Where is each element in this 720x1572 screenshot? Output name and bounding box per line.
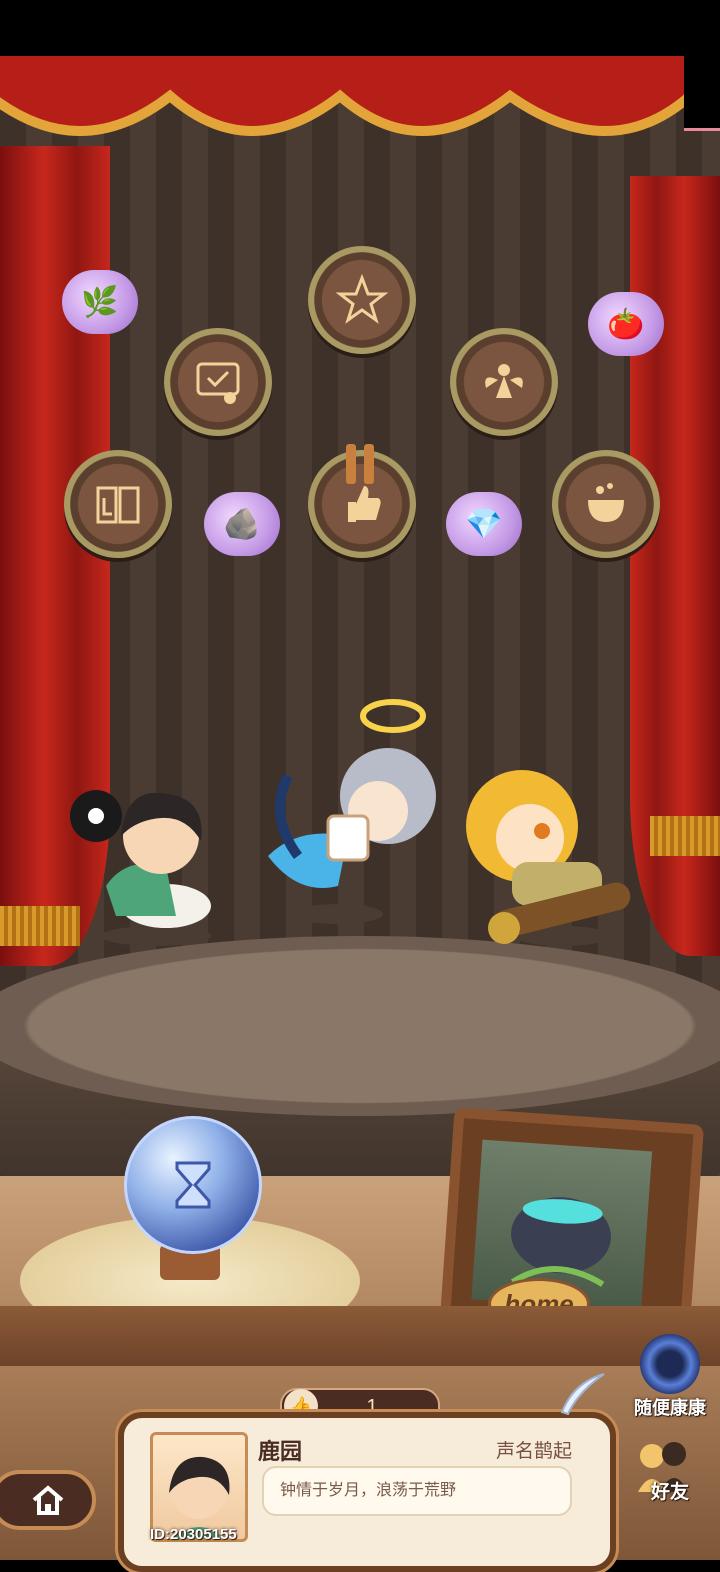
stage-platform	[0, 936, 720, 1116]
pause-icon[interactable]	[346, 444, 378, 484]
reward-herb-icon[interactable]: 🌿	[62, 270, 138, 334]
random-visit-button[interactable]: 随便康康	[632, 1334, 708, 1420]
character-fisher[interactable]	[66, 746, 236, 946]
reward-crystal-icon[interactable]: 💎	[446, 492, 522, 556]
motto-text: 钟情于岁月，浪荡于荒野	[262, 1466, 572, 1516]
home-button[interactable]	[0, 1470, 96, 1530]
hourglass-crystal-ball[interactable]	[124, 1116, 262, 1254]
badge-craft-icon[interactable]	[308, 246, 416, 354]
curtain-fringe-right	[650, 816, 720, 856]
user-id: ID:20305155	[150, 1526, 237, 1543]
hourglass-icon	[175, 1161, 211, 1209]
badge-cauldron-icon[interactable]	[552, 450, 660, 558]
random-visit-label: 随便康康	[634, 1398, 706, 1418]
reputation-rank: 声名鹊起	[496, 1441, 573, 1462]
reward-ore-icon[interactable]: 🪨	[204, 492, 280, 556]
portal-icon	[640, 1334, 700, 1394]
status-overlay	[684, 0, 720, 131]
player-name: 鹿园	[258, 1439, 303, 1464]
character-angel[interactable]	[258, 686, 458, 926]
reward-tomato-icon[interactable]: 🍅	[588, 292, 664, 356]
badge-fairy-icon[interactable]	[450, 328, 558, 436]
theater-stage: 🌿 🍅 🪨 💎 home	[0, 56, 720, 1560]
character-explorer[interactable]	[452, 746, 642, 946]
badge-book-icon[interactable]	[64, 450, 172, 558]
house-icon	[32, 1485, 64, 1515]
friends-button[interactable]: 好友	[628, 1436, 712, 1504]
badge-certificate-icon[interactable]	[164, 328, 272, 436]
stage-edge	[0, 1306, 720, 1366]
profile-card: ID:20305155 鹿园 声名鹊起 钟情于岁月，浪荡于荒野	[118, 1373, 616, 1572]
status-bar	[0, 0, 720, 56]
quill-edit-icon[interactable]	[554, 1372, 610, 1418]
